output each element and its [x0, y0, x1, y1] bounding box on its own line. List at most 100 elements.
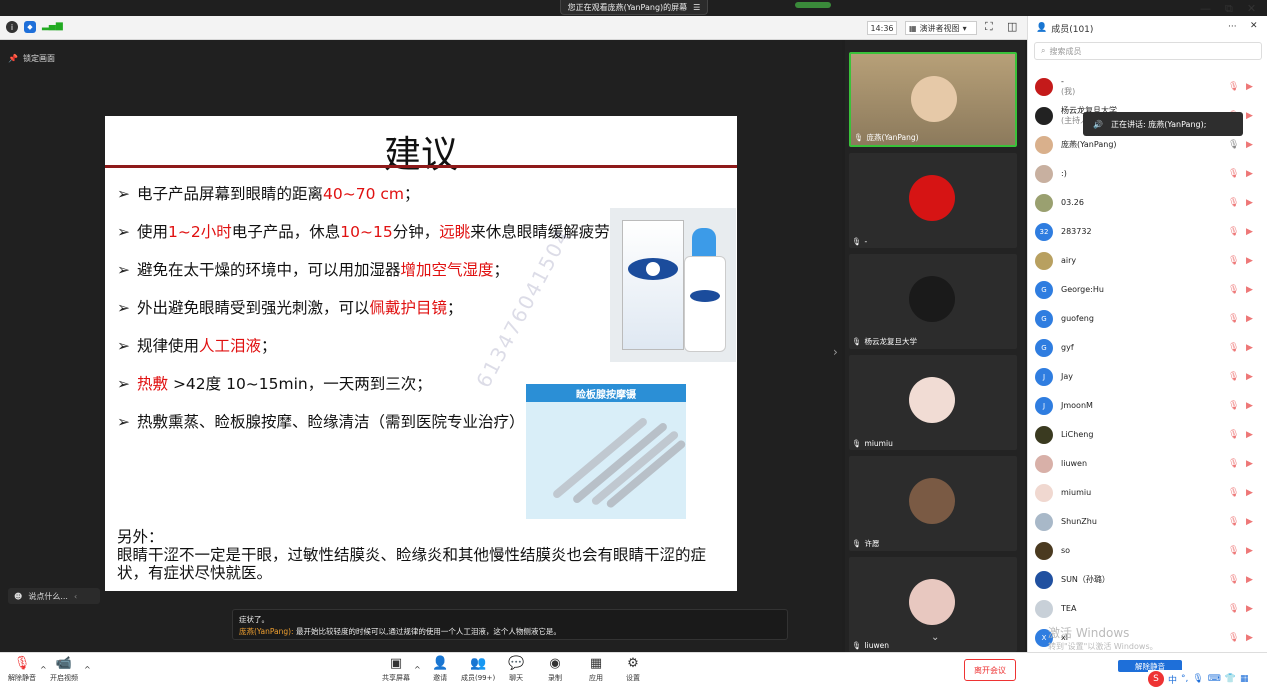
mic-off-icon[interactable]: 🎙: [1228, 343, 1239, 353]
members-button[interactable]: 👥 成员(99+): [461, 657, 495, 683]
video-button[interactable]: 📹 开启视频: [50, 657, 78, 683]
member-row[interactable]: airy 🎙 ▶: [1028, 248, 1267, 274]
record-button[interactable]: ◉ 录制: [548, 657, 562, 683]
settings-button[interactable]: ⚙ 设置: [626, 657, 640, 683]
camera-off-icon[interactable]: ▶: [1246, 488, 1253, 498]
shirt-icon[interactable]: 👕: [1225, 674, 1236, 684]
camera-off-icon[interactable]: ▶: [1246, 285, 1253, 295]
chat-button[interactable]: 💬 聊天: [508, 657, 524, 683]
mic-off-icon[interactable]: 🎙: [1228, 314, 1239, 324]
punctuation-icon[interactable]: °,: [1181, 674, 1188, 684]
camera-off-icon[interactable]: ▶: [1246, 198, 1253, 208]
camera-off-icon[interactable]: ▶: [1246, 604, 1253, 614]
camera-off-icon[interactable]: ▶: [1246, 314, 1253, 324]
member-row[interactable]: G George:Hu 🎙 ▶: [1028, 277, 1267, 303]
chevron-down-icon[interactable]: ⌄: [931, 632, 939, 643]
mic-off-icon[interactable]: 🎙: [1228, 227, 1239, 237]
close-icon[interactable]: ✕: [1250, 21, 1258, 31]
mic-off-icon[interactable]: 🎙: [1228, 604, 1239, 614]
member-row[interactable]: 32 283732 🎙 ▶: [1028, 219, 1267, 245]
camera-off-icon[interactable]: ▶: [1246, 372, 1253, 382]
keyboard-icon[interactable]: ⌨: [1208, 674, 1221, 684]
camera-off-icon[interactable]: ▶: [1246, 546, 1253, 556]
member-row[interactable]: Ggyf 🎙 ▶: [1028, 335, 1267, 361]
mic-off-icon[interactable]: 🎙: [1228, 401, 1239, 411]
member-row[interactable]: ShunZhu 🎙 ▶: [1028, 509, 1267, 535]
video-tile[interactable]: 🎙 miumiu: [849, 355, 1017, 450]
chevron-up-icon[interactable]: ^: [40, 665, 47, 674]
minimize-icon[interactable]: —: [1200, 2, 1211, 16]
chevron-left-icon[interactable]: ‹: [74, 592, 77, 601]
mic-off-icon[interactable]: 🎙: [1228, 82, 1239, 92]
mic-off-icon[interactable]: 🎙: [1228, 169, 1239, 179]
camera-off-icon[interactable]: ▶: [1246, 633, 1253, 643]
mic-off-icon[interactable]: 🎙: [1228, 546, 1239, 556]
member-row[interactable]: J JmoonM 🎙 ▶: [1028, 393, 1267, 419]
chevron-up-icon[interactable]: ^: [414, 665, 421, 674]
chevron-up-icon[interactable]: ^: [84, 665, 91, 674]
grid-icon[interactable]: ▦: [1240, 674, 1249, 684]
signal-icon[interactable]: ▂▄▆: [42, 21, 63, 31]
invite-button[interactable]: 👤 邀请: [432, 657, 448, 683]
chat-quick-input[interactable]: ☻ 说点什么... ‹: [8, 588, 100, 604]
camera-off-icon[interactable]: ▶: [1246, 343, 1253, 353]
mic-off-icon[interactable]: 🎙: [1228, 633, 1239, 643]
lock-view-button[interactable]: 📌 锁定画面: [8, 50, 66, 66]
member-row[interactable]: LiCheng 🎙 ▶: [1028, 422, 1267, 448]
camera-off-icon[interactable]: ▶: [1246, 575, 1253, 585]
video-tile[interactable]: 🎙 庞燕(YanPang): [849, 52, 1017, 147]
camera-off-icon[interactable]: ▶: [1246, 256, 1253, 266]
ime-label[interactable]: 中: [1168, 673, 1177, 686]
member-row[interactable]: so 🎙 ▶: [1028, 538, 1267, 564]
fullscreen-icon[interactable]: ⛶: [985, 20, 993, 34]
camera-off-icon[interactable]: ▶: [1246, 169, 1253, 179]
camera-off-icon[interactable]: ▶: [1246, 459, 1253, 469]
member-row[interactable]: miumiu 🎙 ▶: [1028, 480, 1267, 506]
mic-off-icon[interactable]: 🎙: [1228, 575, 1239, 585]
unmute-button[interactable]: 🎙 解除静音: [8, 657, 36, 683]
drag-handle[interactable]: [795, 2, 831, 8]
chevron-right-icon[interactable]: ›: [833, 345, 838, 359]
video-tile[interactable]: 🎙 许愿: [849, 456, 1017, 551]
member-row[interactable]: TEA 🎙 ▶: [1028, 596, 1267, 622]
member-row[interactable]: - (我) 🎙 ▶: [1028, 74, 1267, 100]
mic-off-icon[interactable]: 🎙: [1228, 459, 1239, 469]
member-row[interactable]: Gguofeng 🎙 ▶: [1028, 306, 1267, 332]
screen-share-banner[interactable]: 您正在观看庞燕(YanPang)的屏幕 ☰: [560, 0, 708, 15]
more-icon[interactable]: ···: [1228, 22, 1237, 32]
shield-icon[interactable]: ◆: [24, 21, 36, 33]
info-icon[interactable]: i: [6, 21, 18, 33]
mic-off-icon[interactable]: 🎙: [1228, 430, 1239, 440]
share-screen-button[interactable]: ▣ 共享屏幕: [382, 657, 410, 683]
view-dropdown[interactable]: ▦ 演讲者视图 ▾: [905, 21, 977, 35]
member-row[interactable]: :) 🎙 ▶: [1028, 161, 1267, 187]
video-tile[interactable]: 🎙 -: [849, 153, 1017, 248]
mic-off-icon[interactable]: 🎙: [1228, 488, 1239, 498]
member-row[interactable]: J Jay 🎙 ▶: [1028, 364, 1267, 390]
member-row[interactable]: SUN（孙璐） 🎙 ▶: [1028, 567, 1267, 593]
panel-toggle-icon[interactable]: ◫: [1007, 20, 1017, 33]
member-row[interactable]: 03.26 🎙 ▶: [1028, 190, 1267, 216]
restore-icon[interactable]: ⧉: [1225, 2, 1233, 16]
camera-off-icon[interactable]: ▶: [1246, 227, 1253, 237]
mic-off-icon[interactable]: 🎙: [1228, 285, 1239, 295]
sogou-icon[interactable]: S: [1148, 671, 1164, 687]
close-window-icon[interactable]: ✕: [1247, 2, 1256, 16]
camera-off-icon[interactable]: ▶: [1246, 82, 1253, 92]
mic-off-icon[interactable]: 🎙: [1228, 198, 1239, 208]
leave-meeting-button[interactable]: 离开会议: [964, 659, 1016, 681]
member-search-input[interactable]: ⌕ 搜索成员: [1034, 42, 1262, 60]
mic-icon[interactable]: 🎙: [1192, 674, 1203, 684]
camera-off-icon[interactable]: ▶: [1246, 140, 1253, 150]
camera-off-icon[interactable]: ▶: [1246, 517, 1253, 527]
member-row[interactable]: liuwen 🎙 ▶: [1028, 451, 1267, 477]
apps-button[interactable]: ▦ 应用: [589, 657, 603, 683]
mic-off-icon[interactable]: 🎙: [1228, 256, 1239, 266]
mic-off-icon[interactable]: 🎙: [1228, 372, 1239, 382]
camera-off-icon[interactable]: ▶: [1246, 111, 1253, 121]
video-tile[interactable]: 🎙 杨云龙复旦大学: [849, 254, 1017, 349]
camera-off-icon[interactable]: ▶: [1246, 430, 1253, 440]
mic-off-icon[interactable]: 🎙: [1228, 517, 1239, 527]
mic-off-icon[interactable]: 🎙: [1228, 140, 1239, 150]
camera-off-icon[interactable]: ▶: [1246, 401, 1253, 411]
